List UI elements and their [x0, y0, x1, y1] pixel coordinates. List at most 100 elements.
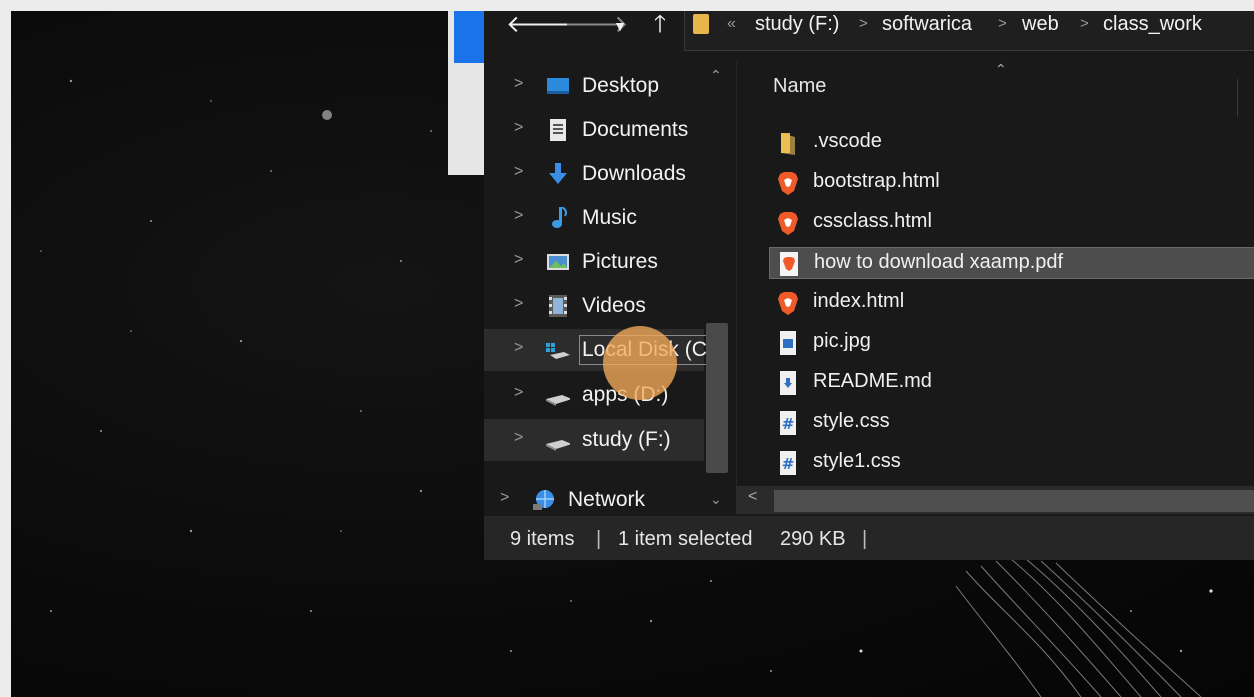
- expand-chevron-icon[interactable]: >: [514, 295, 523, 313]
- brave-icon: [778, 292, 798, 315]
- column-header-name[interactable]: Name: [773, 75, 826, 98]
- breadcrumb-overflow[interactable]: «: [727, 15, 736, 33]
- file-row-how-to-download-xaamp-pdf[interactable]: how to download xaamp.pdf: [769, 247, 1254, 279]
- up-button[interactable]: 🡑: [648, 11, 672, 41]
- navigation-pane: ⌃ > Desktop > Documents > Downloads > Mu…: [484, 61, 732, 516]
- downloads-icon: [549, 163, 567, 184]
- background-window-edge: [448, 11, 488, 175]
- image-file-icon: [780, 331, 796, 355]
- nav-item-label: study (F:): [582, 428, 671, 451]
- sort-ascending-icon: ⌃: [995, 61, 1007, 77]
- expand-chevron-icon[interactable]: >: [514, 75, 523, 93]
- drive-icon: [546, 440, 570, 451]
- nav-item-network[interactable]: > Network: [470, 479, 690, 521]
- nav-item-label: Desktop: [582, 74, 660, 97]
- pdf-brave-icon: [780, 252, 798, 276]
- breadcrumb-separator[interactable]: >: [998, 15, 1007, 32]
- file-row-readme-md[interactable]: README.md: [769, 367, 1254, 399]
- desktop-icon: [547, 78, 569, 94]
- svg-text:#: #: [782, 415, 795, 433]
- nav-pane-scrollbar[interactable]: [706, 323, 728, 473]
- expand-chevron-icon[interactable]: >: [514, 119, 523, 137]
- status-separator: |: [596, 528, 602, 550]
- forward-button[interactable]: 🡒: [564, 11, 628, 41]
- scrollbar-thumb[interactable]: [774, 490, 1254, 512]
- file-name: style1.css: [813, 450, 901, 472]
- nav-item-desktop[interactable]: > Desktop: [484, 65, 704, 107]
- brave-icon: [778, 212, 798, 235]
- file-name: style.css: [813, 410, 890, 432]
- file-name: index.html: [813, 290, 905, 312]
- folder-icon: [693, 14, 709, 34]
- status-size: 290 KB: [780, 528, 846, 550]
- music-icon: [552, 207, 567, 228]
- breadcrumb-softwarica[interactable]: softwarica: [882, 13, 972, 36]
- pictures-icon: [547, 254, 569, 270]
- expand-chevron-icon[interactable]: >: [500, 489, 509, 507]
- brave-icon: [778, 172, 798, 195]
- arrow-left-icon: 🡐: [506, 11, 571, 38]
- nav-item-label: Downloads: [582, 162, 686, 185]
- scroll-up-icon[interactable]: ⌃: [710, 67, 722, 84]
- svg-text:#: #: [782, 455, 795, 473]
- status-item-count: 9 items: [510, 528, 575, 550]
- expand-chevron-icon[interactable]: >: [514, 339, 523, 357]
- nav-item-documents[interactable]: > Documents: [484, 109, 704, 151]
- breadcrumb-separator[interactable]: >: [1080, 15, 1089, 32]
- file-row-pic-jpg[interactable]: pic.jpg: [769, 327, 1254, 359]
- file-name: bootstrap.html: [813, 170, 940, 192]
- breadcrumb-study[interactable]: study (F:): [755, 13, 839, 36]
- file-name: how to download xaamp.pdf: [814, 251, 1064, 273]
- expand-chevron-icon[interactable]: >: [514, 207, 523, 225]
- background-window-accent: [454, 11, 488, 63]
- nav-item-study-f[interactable]: > study (F:): [484, 419, 704, 461]
- file-row-bootstrap-html[interactable]: bootstrap.html: [769, 167, 1254, 199]
- file-row-style-css[interactable]: # style.css: [769, 407, 1254, 439]
- column-divider[interactable]: [1237, 79, 1238, 117]
- expand-chevron-icon[interactable]: >: [514, 251, 523, 269]
- file-explorer-window: 🡐 🡒 ▼ 🡑 « study (F:) > softwarica > web …: [484, 11, 1254, 560]
- file-row-vscode[interactable]: .vscode: [769, 127, 1254, 159]
- arrow-up-icon: 🡑: [653, 11, 667, 38]
- nav-item-downloads[interactable]: > Downloads: [484, 153, 704, 195]
- nav-item-label: Music: [582, 206, 637, 229]
- nav-item-videos[interactable]: > Videos: [484, 285, 704, 327]
- folder-icon: [781, 133, 795, 155]
- expand-chevron-icon[interactable]: >: [514, 429, 523, 447]
- md-file-icon: [780, 371, 796, 395]
- breadcrumb-web[interactable]: web: [1022, 13, 1059, 36]
- expand-chevron-icon[interactable]: >: [514, 384, 523, 402]
- nav-item-label: Documents: [582, 118, 689, 141]
- navigation-bar: 🡐 🡒 ▼ 🡑 « study (F:) > softwarica > web …: [484, 11, 1254, 51]
- file-row-cssclass-html[interactable]: cssclass.html: [769, 207, 1254, 239]
- documents-icon: [550, 119, 566, 141]
- file-list: ⌃ Name .vscode bootstrap.html cssclass.h…: [736, 61, 1254, 486]
- css-file-icon: #: [780, 451, 796, 475]
- breadcrumb-class-work[interactable]: class_work: [1103, 13, 1202, 36]
- scroll-down-icon[interactable]: ⌄: [710, 491, 722, 508]
- status-bar: 9 items | 1 item selected 290 KB |: [484, 516, 1254, 560]
- expand-chevron-icon[interactable]: >: [514, 163, 523, 181]
- file-row-index-html[interactable]: index.html: [769, 287, 1254, 319]
- scroll-left-icon[interactable]: <: [748, 488, 757, 506]
- file-name: cssclass.html: [813, 210, 932, 232]
- back-button[interactable]: 🡐: [506, 11, 570, 41]
- breadcrumb-separator[interactable]: >: [859, 15, 868, 32]
- cursor-click-highlight: [603, 326, 677, 400]
- address-bar[interactable]: « study (F:) > softwarica > web > class_…: [684, 11, 1254, 51]
- file-row-style1-css[interactable]: # style1.css: [769, 447, 1254, 479]
- file-name: pic.jpg: [813, 330, 871, 352]
- nav-item-label: Videos: [582, 294, 646, 317]
- windows-drive-icon: [546, 343, 570, 359]
- nav-item-label: Pictures: [582, 250, 658, 273]
- nav-item-music[interactable]: > Music: [484, 197, 704, 239]
- file-name: README.md: [813, 370, 932, 392]
- drive-icon: [546, 395, 570, 406]
- horizontal-scrollbar[interactable]: <: [736, 486, 1254, 514]
- status-selection: 1 item selected: [618, 528, 753, 550]
- css-file-icon: #: [780, 411, 796, 435]
- nav-item-label: Network: [568, 488, 646, 511]
- recent-locations-button[interactable]: ▼: [610, 11, 630, 41]
- nav-item-pictures[interactable]: > Pictures: [484, 241, 704, 283]
- status-separator: |: [862, 528, 868, 550]
